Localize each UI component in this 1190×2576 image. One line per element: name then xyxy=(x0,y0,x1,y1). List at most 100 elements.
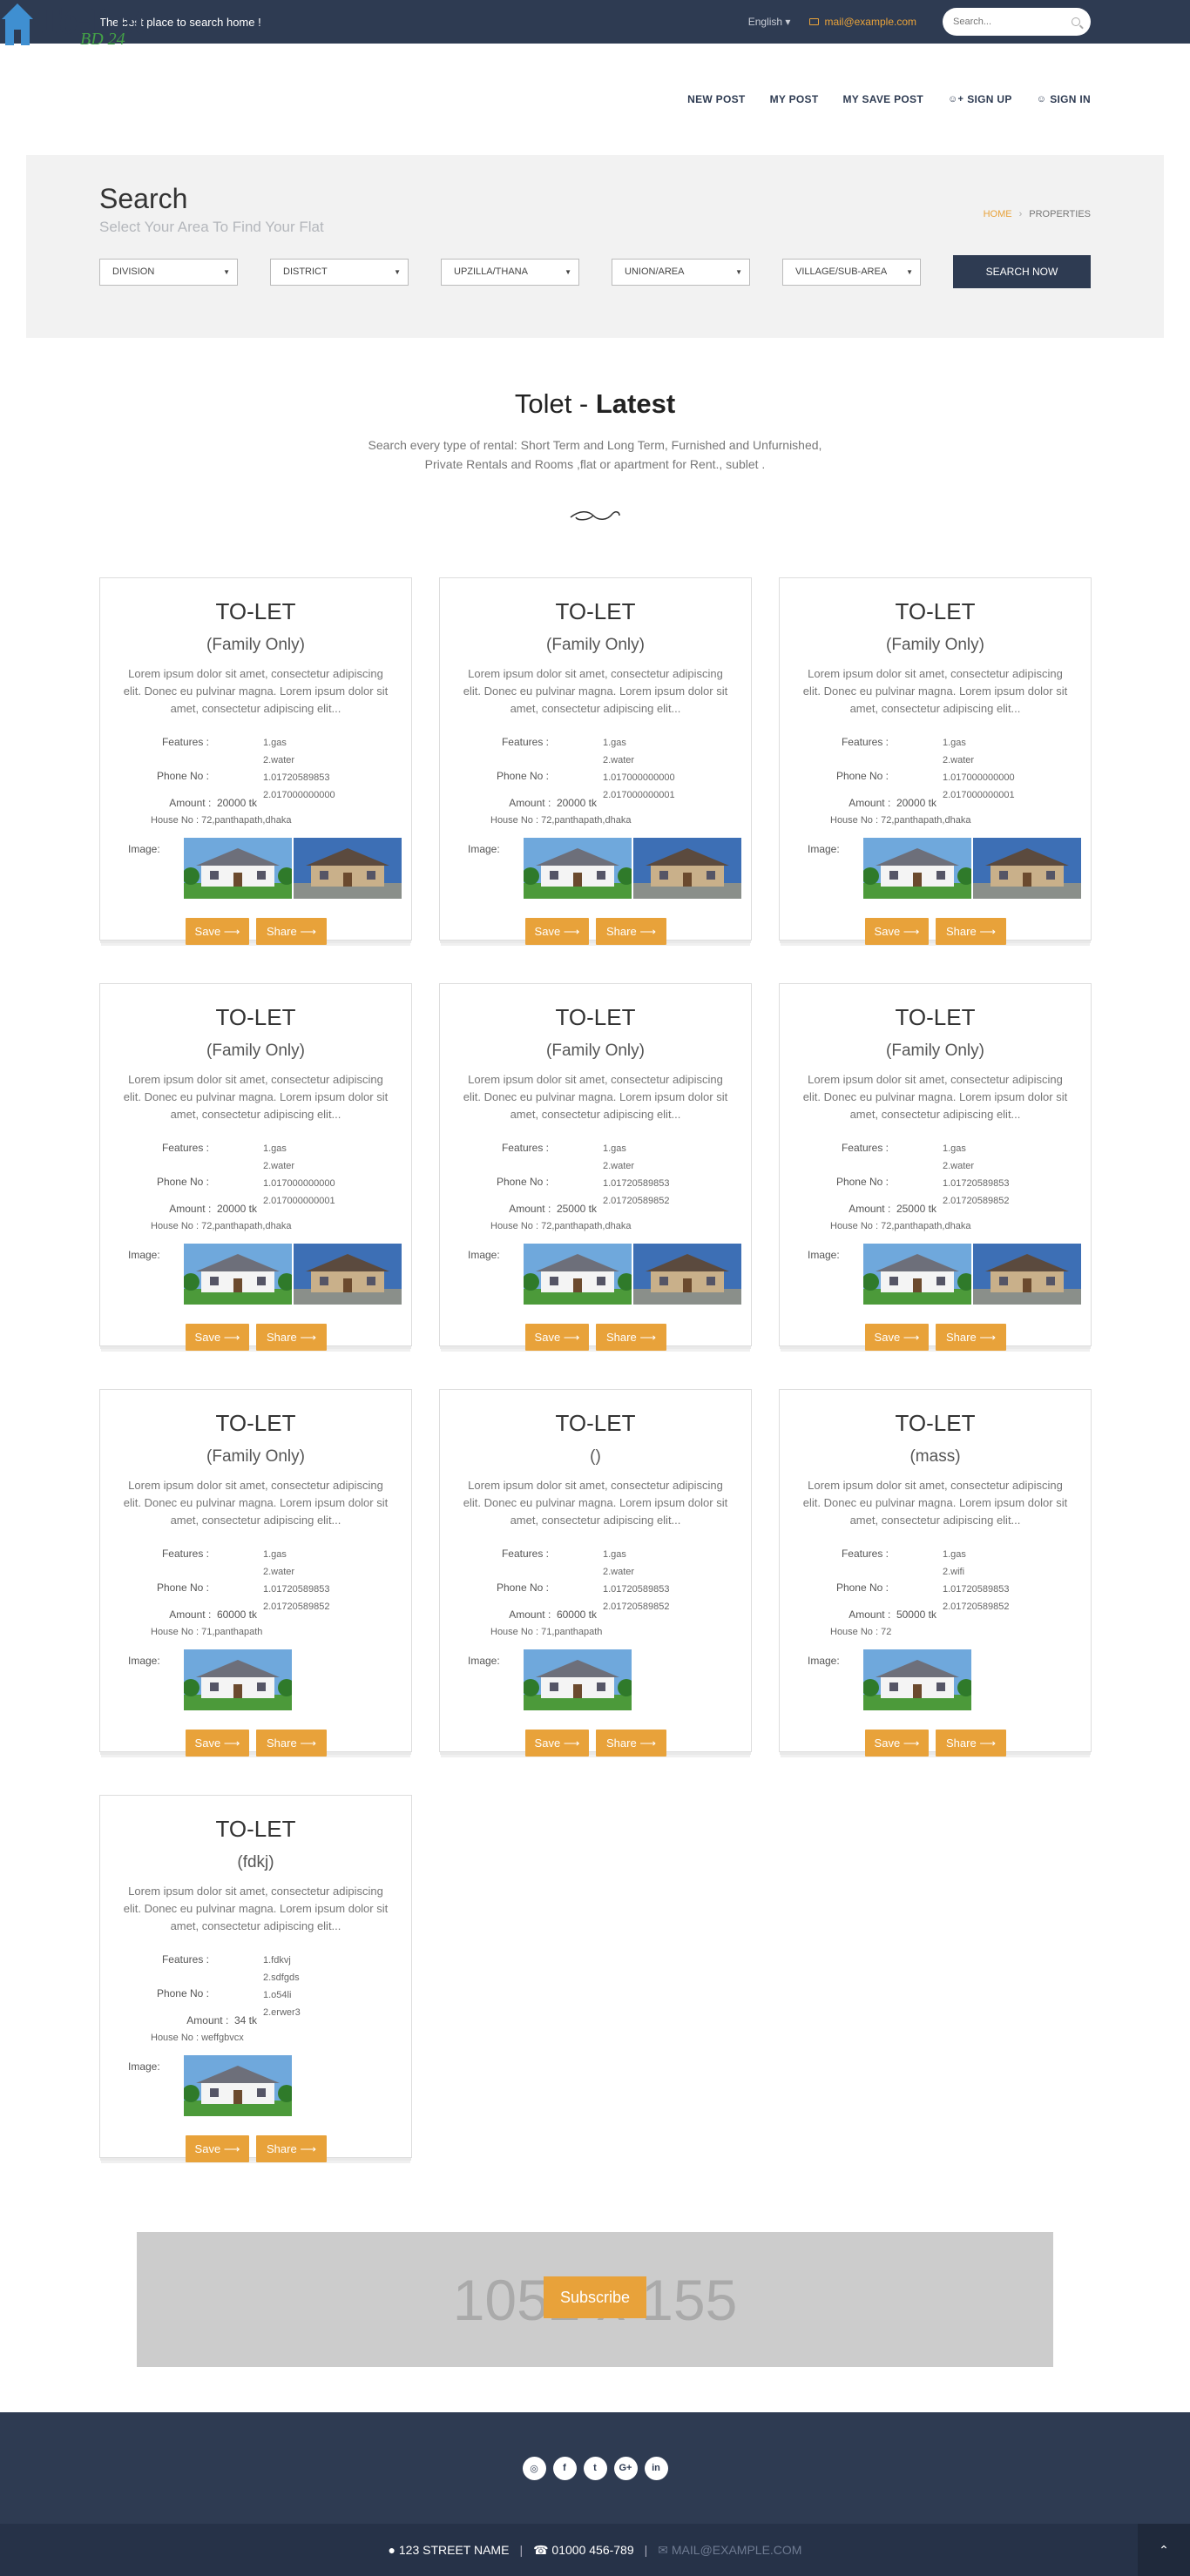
save-button[interactable]: Save ⟶ xyxy=(865,1730,929,1757)
listing-card: TO-LET (Family Only) Lorem ipsum dolor sit… xyxy=(99,1389,412,1757)
house-photo[interactable] xyxy=(863,1649,971,1710)
breadcrumb-home[interactable]: HOME xyxy=(984,209,1012,219)
nav-item-my-save-post[interactable]: MY SAVE POST xyxy=(842,93,923,105)
twitter-icon[interactable]: t xyxy=(583,2456,607,2480)
save-button[interactable]: Save ⟶ xyxy=(865,1324,929,1351)
share-button[interactable]: Share ⟶ xyxy=(256,1324,327,1351)
house-photo[interactable] xyxy=(524,1244,632,1305)
listing-images xyxy=(184,2055,292,2116)
save-button[interactable]: Save ⟶ xyxy=(865,918,929,945)
image-label: Image: xyxy=(808,1249,840,1261)
email-link[interactable]: mail@example.com xyxy=(809,16,916,28)
house-photo[interactable] xyxy=(973,838,1081,899)
footer-email[interactable]: ✉ MAIL@EXAMPLE.COM xyxy=(658,2543,801,2558)
phone-item: 2.01720589852 xyxy=(603,1602,670,1612)
nav-item-new-post[interactable]: NEW POST xyxy=(687,93,745,105)
section-title-b: Latest xyxy=(595,388,676,419)
feature-item: 2.water xyxy=(603,755,635,765)
house-photo[interactable] xyxy=(633,1244,741,1305)
amount-label: Amount : xyxy=(849,1608,891,1621)
amount-row: Amount : 20000 tk xyxy=(780,797,936,809)
save-button[interactable]: Save ⟶ xyxy=(186,918,249,945)
listing-title: TO-LET xyxy=(555,598,636,624)
district-select[interactable]: DISTRICT ▼ xyxy=(270,258,409,286)
save-button[interactable]: Save ⟶ xyxy=(186,1730,249,1757)
share-button[interactable]: Share ⟶ xyxy=(936,1730,1006,1757)
back-to-top-button[interactable]: ⌃ xyxy=(1138,2524,1190,2576)
listing-description: Lorem ipsum dolor sit amet, consectetur … xyxy=(463,667,728,715)
house-photo[interactable] xyxy=(973,1244,1081,1305)
share-button[interactable]: Share ⟶ xyxy=(936,918,1006,945)
listing-title: TO-LET xyxy=(215,1410,296,1436)
listing-description: Lorem ipsum dolor sit amet, consectetur … xyxy=(123,1479,389,1527)
division-select[interactable]: DIVISION ▼ xyxy=(99,258,238,286)
amount-row: Amount : 60000 tk xyxy=(440,1608,597,1621)
house-photo[interactable] xyxy=(524,1649,632,1710)
share-button[interactable]: Share ⟶ xyxy=(596,918,666,945)
share-button[interactable]: Share ⟶ xyxy=(936,1324,1006,1351)
share-button[interactable]: Share ⟶ xyxy=(596,1730,666,1757)
save-button[interactable]: Save ⟶ xyxy=(186,1324,249,1351)
features-list: 1.gas 2.water 1.017000000000 2.017000000001 xyxy=(263,1140,335,1210)
amount-value: 60000 tk xyxy=(556,1608,597,1621)
amount-value: 20000 tk xyxy=(556,797,597,809)
nav-item-sign-up[interactable]: ☺+ SIGN UP xyxy=(948,93,1012,105)
instagram-icon[interactable]: ◎ xyxy=(522,2456,546,2480)
linkedin-icon[interactable]: in xyxy=(644,2456,668,2480)
feature-item: 1.gas xyxy=(943,738,966,748)
card-actions: Save ⟶ Share ⟶ xyxy=(865,1324,1006,1351)
listing-description: Lorem ipsum dolor sit amet, consectetur … xyxy=(123,1885,389,1932)
union-select[interactable]: UNION/AREA ▼ xyxy=(612,258,750,286)
share-button[interactable]: Share ⟶ xyxy=(256,1730,327,1757)
features-label: Features : xyxy=(841,1548,889,1560)
house-photo[interactable] xyxy=(184,1244,292,1305)
listing-card: TO-LET (Family Only) Lorem ipsum dolor sit… xyxy=(439,983,752,1351)
house-photo[interactable] xyxy=(524,838,632,899)
card-actions: Save ⟶ Share ⟶ xyxy=(525,918,666,945)
nav-item-sign-in[interactable]: ☺ SIGN IN xyxy=(1037,93,1091,105)
house-photo[interactable] xyxy=(863,838,971,899)
nav-item-my-post[interactable]: MY POST xyxy=(770,93,819,105)
subscribe-button[interactable]: Subscribe xyxy=(544,2276,646,2318)
features-list: 1.gas 2.water 1.017000000000 2.017000000001 xyxy=(943,734,1015,804)
house-number: House No : 72,panthapath,dhaka xyxy=(151,1221,292,1231)
listing-images xyxy=(184,1649,292,1710)
house-photo[interactable] xyxy=(633,838,741,899)
village-select[interactable]: VILLAGE/SUB-AREA ▼ xyxy=(782,258,921,286)
house-photo[interactable] xyxy=(184,2055,292,2116)
search-now-button[interactable]: SEARCH NOW xyxy=(953,255,1091,288)
house-photo[interactable] xyxy=(184,1649,292,1710)
listing-type: (Family Only) xyxy=(206,636,305,654)
search-icon[interactable] xyxy=(1072,17,1080,26)
facebook-icon[interactable]: f xyxy=(552,2456,577,2480)
upzilla-select[interactable]: UPZILLA/THANA ▼ xyxy=(441,258,579,286)
share-button[interactable]: Share ⟶ xyxy=(256,918,327,945)
save-button[interactable]: Save ⟶ xyxy=(525,918,589,945)
house-photo[interactable] xyxy=(294,1244,402,1305)
amount-value: 25000 tk xyxy=(556,1203,597,1215)
breadcrumb: HOME › PROPERTIES xyxy=(984,209,1091,219)
address: ● 123 STREET NAME xyxy=(389,2543,510,2557)
save-button[interactable]: Save ⟶ xyxy=(186,2135,249,2162)
image-label: Image: xyxy=(468,1249,500,1261)
save-button[interactable]: Save ⟶ xyxy=(525,1324,589,1351)
house-photo[interactable] xyxy=(184,838,292,899)
house-photo[interactable] xyxy=(294,838,402,899)
save-button[interactable]: Save ⟶ xyxy=(525,1730,589,1757)
share-button[interactable]: Share ⟶ xyxy=(596,1324,666,1351)
amount-label: Amount : xyxy=(169,797,212,809)
phone-item: 1.017000000000 xyxy=(263,1178,335,1189)
feature-item: 1.gas xyxy=(943,1549,966,1560)
listing-images xyxy=(184,1244,402,1305)
language-dropdown[interactable]: English ▾ xyxy=(748,16,791,28)
divider: | xyxy=(644,2543,648,2557)
share-button[interactable]: Share ⟶ xyxy=(256,2135,327,2162)
google-plus-icon[interactable]: G+ xyxy=(613,2456,638,2480)
search-input[interactable] xyxy=(953,17,1058,27)
listing-type: (mass) xyxy=(909,1447,961,1466)
house-photo[interactable] xyxy=(863,1244,971,1305)
listing-card: TO-LET (Family Only) Lorem ipsum dolor sit… xyxy=(779,983,1092,1351)
feature-item: 2.water xyxy=(263,755,295,765)
amount-row: Amount : 25000 tk xyxy=(440,1203,597,1215)
house-number: House No : 72 xyxy=(830,1627,892,1637)
